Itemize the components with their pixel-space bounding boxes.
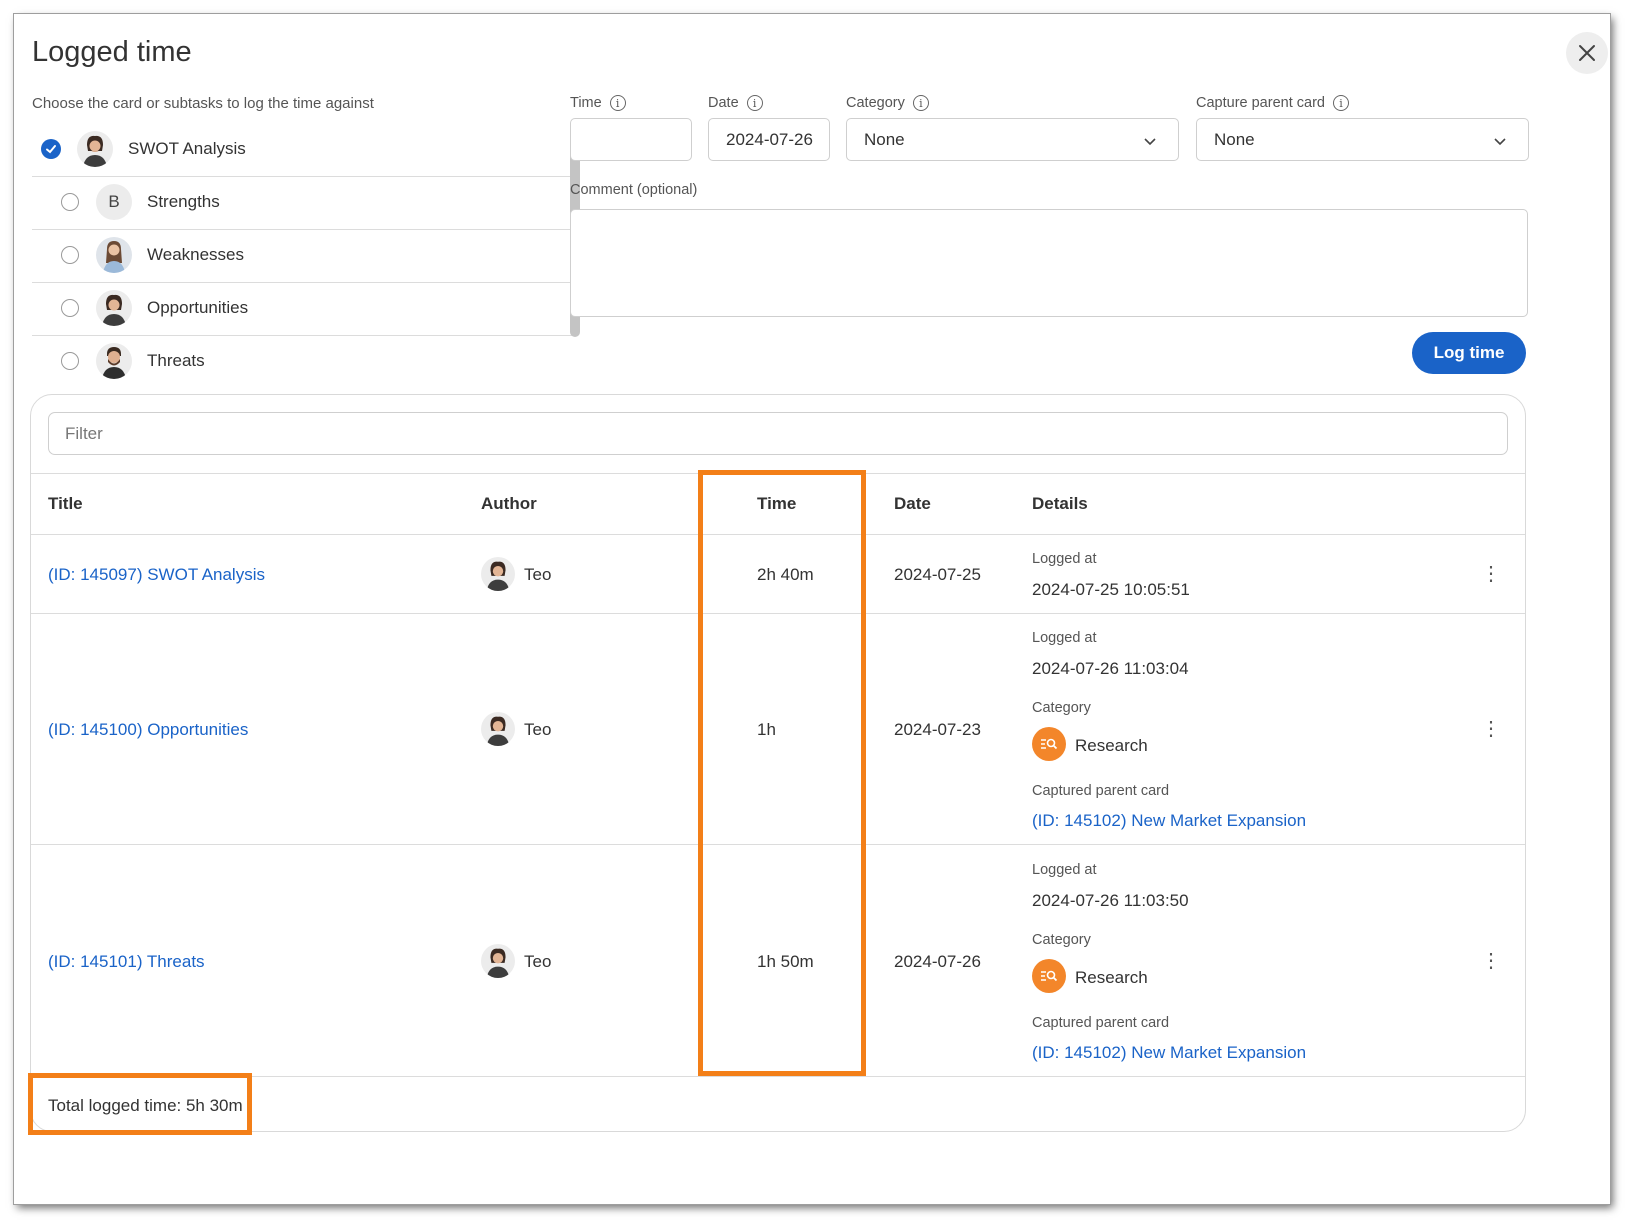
logged-at-label: Logged at <box>1032 630 1097 646</box>
category-field-label: Category i <box>846 95 929 111</box>
radio-button[interactable] <box>61 246 79 264</box>
research-icon <box>1032 959 1066 993</box>
category-value: Research <box>1075 968 1148 987</box>
avatar <box>481 712 515 746</box>
entry-author: Teo <box>524 565 552 584</box>
card-item-label: Strengths <box>147 192 220 211</box>
card-list: SWOT Analysis B Strengths Weaknesses Opp… <box>32 122 572 412</box>
entry-title-link[interactable]: (ID: 145100) Opportunities <box>48 720 248 740</box>
info-icon[interactable]: i <box>1332 95 1349 111</box>
card-item-label: Opportunities <box>147 298 249 317</box>
category-label: Category <box>846 95 905 111</box>
captured-parent-label: Captured parent card <box>1032 1015 1170 1031</box>
card-item-opportunities[interactable]: Opportunities <box>32 281 572 336</box>
comment-textarea[interactable] <box>570 209 1528 317</box>
logged-at-label: Logged at <box>1032 551 1097 567</box>
info-icon[interactable]: i <box>746 95 763 111</box>
captured-parent-link[interactable]: (ID: 145102) New Market Expansion <box>1032 1043 1306 1063</box>
category-label: Category <box>1032 700 1091 716</box>
capture-parent-label: Capture parent card <box>1196 95 1325 111</box>
avatar <box>77 131 113 167</box>
column-header-date[interactable]: Date <box>894 494 931 514</box>
avatar <box>481 944 515 978</box>
category-select-value: None <box>864 130 905 149</box>
column-header-title[interactable]: Title <box>48 494 83 514</box>
entry-author: Teo <box>524 720 552 739</box>
time-field-label: Time i <box>570 95 626 111</box>
card-item-weaknesses[interactable]: Weaknesses <box>32 228 572 283</box>
info-icon[interactable]: i <box>912 95 929 111</box>
filter-placeholder: Filter <box>65 424 103 443</box>
comment-label: Comment (optional) <box>570 182 698 198</box>
time-input[interactable] <box>570 118 692 161</box>
column-header-author[interactable]: Author <box>481 494 537 514</box>
avatar <box>96 237 132 273</box>
close-button[interactable] <box>1566 32 1608 74</box>
chevron-down-icon <box>1494 130 1506 151</box>
logged-at-label: Logged at <box>1032 862 1097 878</box>
divider <box>31 1076 1525 1077</box>
entry-date: 2024-07-23 <box>894 720 981 739</box>
info-icon[interactable]: i <box>609 95 626 111</box>
radio-button[interactable] <box>61 299 79 317</box>
capture-parent-field-label: Capture parent card i <box>1196 95 1349 111</box>
radio-button[interactable] <box>61 352 79 370</box>
logged-time-dialog: Logged time Choose the card or subtasks … <box>14 14 1610 1204</box>
checked-icon[interactable] <box>41 139 61 159</box>
dialog-title: Logged time <box>32 36 192 68</box>
avatar <box>96 290 132 326</box>
card-item-label: SWOT Analysis <box>128 139 246 158</box>
captured-parent-label: Captured parent card <box>1032 783 1170 799</box>
card-item-threats[interactable]: Threats <box>32 334 572 388</box>
research-icon <box>1032 727 1066 761</box>
category-select[interactable]: None <box>846 118 1179 161</box>
capture-parent-select-value: None <box>1214 130 1255 149</box>
card-item-label: Threats <box>147 351 205 370</box>
filter-input[interactable]: Filter <box>48 412 1508 455</box>
time-column-highlight <box>698 470 866 1076</box>
more-vertical-icon[interactable]: ⋮ <box>1481 716 1501 741</box>
date-field-label: Date i <box>708 95 763 111</box>
avatar <box>96 343 132 379</box>
capture-parent-select[interactable]: None <box>1196 118 1529 161</box>
chevron-down-icon <box>1144 130 1156 151</box>
avatar <box>481 557 515 591</box>
entry-date: 2024-07-25 <box>894 565 981 584</box>
column-header-details: Details <box>1032 494 1088 513</box>
date-input[interactable]: 2024-07-26 <box>708 118 830 161</box>
card-item-label: Weaknesses <box>147 245 245 264</box>
card-item-strengths[interactable]: B Strengths <box>32 175 572 230</box>
logged-at-value: 2024-07-25 10:05:51 <box>1032 580 1190 599</box>
date-label: Date <box>708 95 739 111</box>
time-label: Time <box>570 95 602 111</box>
entry-title-link[interactable]: (ID: 145097) SWOT Analysis <box>48 565 265 585</box>
more-vertical-icon[interactable]: ⋮ <box>1481 561 1501 586</box>
more-vertical-icon[interactable]: ⋮ <box>1481 948 1501 973</box>
logged-at-value: 2024-07-26 11:03:04 <box>1032 659 1189 678</box>
category-label: Category <box>1032 932 1091 948</box>
category-value: Research <box>1075 736 1148 755</box>
entry-title-link[interactable]: (ID: 145101) Threats <box>48 952 205 972</box>
close-icon <box>1579 45 1595 61</box>
card-item-swot-analysis[interactable]: SWOT Analysis <box>32 122 572 177</box>
log-time-button[interactable]: Log time <box>1412 332 1526 374</box>
logged-at-value: 2024-07-26 11:03:50 <box>1032 891 1189 910</box>
entry-date: 2024-07-26 <box>894 952 981 971</box>
entry-author: Teo <box>524 952 552 971</box>
radio-button[interactable] <box>61 193 79 211</box>
avatar: B <box>96 184 132 220</box>
date-input-value: 2024-07-26 <box>726 130 813 149</box>
captured-parent-link[interactable]: (ID: 145102) New Market Expansion <box>1032 811 1306 831</box>
total-time-highlight <box>28 1073 252 1135</box>
card-selection-instruction: Choose the card or subtasks to log the t… <box>32 95 374 112</box>
